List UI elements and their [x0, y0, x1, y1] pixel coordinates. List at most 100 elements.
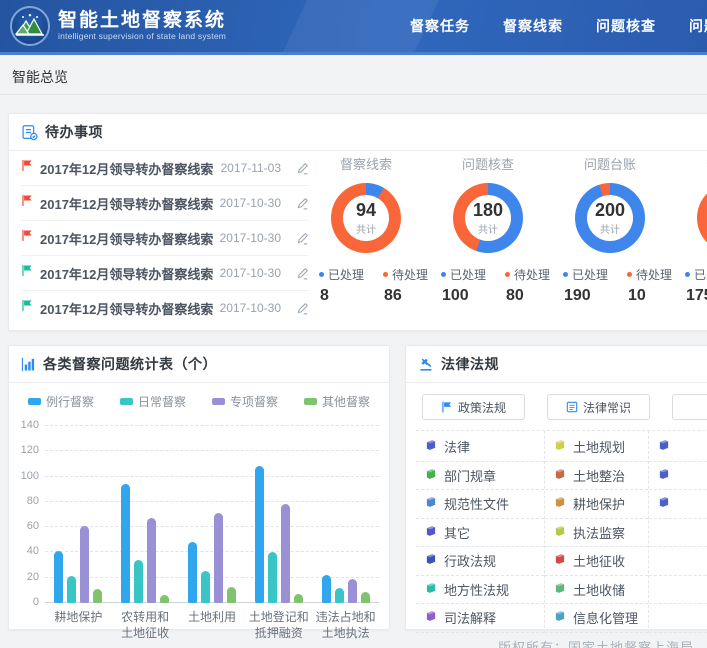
- law-item[interactable]: 司法解释: [416, 604, 544, 633]
- law-item-clipped: [649, 576, 707, 605]
- nav-item-issue-ledger[interactable]: 问题台账: [689, 16, 707, 36]
- book-icon: [554, 610, 566, 625]
- todo-row[interactable]: 2017年12月领导转办督察线索2017-10-30: [21, 256, 309, 291]
- donut-legend: 已处理190待处理10: [563, 266, 671, 305]
- bar[interactable]: [214, 513, 223, 603]
- law-item[interactable]: 地方性法规: [416, 576, 544, 605]
- law-item[interactable]: 部门规章: [416, 462, 544, 491]
- todo-row[interactable]: 2017年12月领导转办督察线索2017-10-30: [21, 291, 309, 325]
- law-item[interactable]: 土地整治: [545, 462, 648, 491]
- legend-name: 已处理: [450, 266, 486, 283]
- donut-title: 问题台账: [549, 154, 671, 173]
- legend-value: 100: [441, 287, 491, 305]
- legend-value: 80: [505, 287, 555, 305]
- bar-legend-entry[interactable]: 其他督察: [304, 393, 370, 410]
- y-axis-tick: 140: [13, 419, 39, 431]
- legend-value: 190: [563, 287, 613, 305]
- law-item[interactable]: 耕地保护: [545, 490, 648, 519]
- law-item-clipped[interactable]: [649, 490, 707, 519]
- todo-row[interactable]: 2017年12月领导转办督察线索2017-10-30: [21, 221, 309, 256]
- legend-dot: [563, 272, 568, 277]
- donut-charts: 督察线索94共计已处理8待处理86问题核查180共计已处理100待处理80问题台…: [305, 154, 707, 305]
- nav-item-supervision-clues[interactable]: 督察线索: [503, 16, 563, 36]
- donut-legend-label: 已处理: [685, 266, 707, 283]
- bar[interactable]: [67, 576, 76, 603]
- donut-legend-label: 待处理: [383, 266, 433, 283]
- bar[interactable]: [93, 589, 102, 603]
- bar[interactable]: [134, 560, 143, 603]
- legend-dot: [685, 272, 690, 277]
- gavel-icon: [418, 356, 434, 372]
- bar[interactable]: [201, 571, 210, 603]
- flag-icon: [21, 229, 33, 242]
- book-icon: [425, 439, 437, 454]
- donut-title: 督察任务: [671, 154, 707, 173]
- law-item[interactable]: 土地征收: [545, 547, 648, 576]
- law-button-icon: [566, 401, 578, 413]
- law-item[interactable]: 规范性文件: [416, 490, 544, 519]
- law-item-clipped[interactable]: [649, 433, 707, 462]
- legend-name: 已处理: [694, 266, 707, 283]
- law-item[interactable]: 其它: [416, 519, 544, 548]
- bar-legend-entry[interactable]: 日常督察: [120, 393, 186, 410]
- donut-ring: 200共计: [575, 183, 645, 253]
- bar[interactable]: [80, 526, 89, 603]
- law-item[interactable]: 土地规划: [545, 433, 648, 462]
- book-icon: [554, 582, 566, 597]
- bar-group: 农转用和 土地征收: [121, 426, 169, 603]
- law-item[interactable]: 行政法规: [416, 547, 544, 576]
- clipped-button-button[interactable]: [672, 394, 707, 420]
- legal-knowledge-button[interactable]: 法律常识: [547, 394, 650, 420]
- law-item[interactable]: 执法监察: [545, 519, 648, 548]
- y-axis-tick: 60: [13, 520, 39, 532]
- bar[interactable]: [121, 484, 130, 603]
- donut-chart: 问题核查180共计已处理100待处理80: [427, 154, 549, 305]
- bar[interactable]: [322, 575, 331, 603]
- bar[interactable]: [227, 587, 236, 603]
- bar-chart-title: 各类督察问题统计表（个）: [43, 354, 217, 374]
- todo-row[interactable]: 2017年12月领导转办督察线索2017-11-03: [21, 151, 309, 186]
- law-item[interactable]: 信息化管理: [545, 604, 648, 633]
- bar-legend-entry[interactable]: 例行督察: [28, 393, 94, 410]
- law-item-label: 土地收储: [573, 580, 625, 599]
- bar[interactable]: [160, 595, 169, 603]
- todo-card: 待办事项 2017年12月领导转办督察线索2017-11-032017年12月领…: [8, 113, 707, 331]
- bar[interactable]: [335, 588, 344, 603]
- bar[interactable]: [294, 594, 303, 603]
- bar[interactable]: [348, 579, 357, 603]
- legend-value: 175: [685, 287, 707, 305]
- law-item-label: 执法监察: [573, 523, 625, 542]
- law-item-clipped[interactable]: [649, 462, 707, 491]
- legend-name: 日常督察: [138, 393, 186, 410]
- bar[interactable]: [361, 592, 370, 603]
- donut-legend-label: 已处理: [319, 266, 369, 283]
- book-icon: [425, 582, 437, 597]
- law-item[interactable]: 法律: [416, 433, 544, 462]
- law-buttons: 政策法规法律常识: [422, 394, 707, 420]
- bar[interactable]: [147, 518, 156, 603]
- donut-legend: 已处理175待处理: [685, 266, 707, 305]
- todo-row[interactable]: 2017年12月领导转办督察线索2017-10-30: [21, 186, 309, 221]
- bar[interactable]: [255, 466, 264, 603]
- laws-title: 法律法规: [441, 354, 499, 374]
- nav-item-issue-verification[interactable]: 问题核查: [596, 16, 656, 36]
- legend-value: 8: [319, 287, 369, 305]
- y-axis-tick: 100: [13, 470, 39, 482]
- logo-mountain-icon: [10, 6, 50, 46]
- nav-item-supervision-tasks[interactable]: 督察任务: [410, 16, 470, 36]
- law-item[interactable]: 土地收储: [545, 576, 648, 605]
- flag-icon: [21, 264, 33, 277]
- book-icon: [425, 525, 437, 540]
- legend-name: 待处理: [514, 266, 550, 283]
- legend-value: 86: [383, 287, 433, 305]
- donut-legend-label: 已处理: [563, 266, 613, 283]
- bar[interactable]: [54, 551, 63, 603]
- donut-total-label: 共计: [356, 221, 376, 236]
- flag-icon: [21, 159, 33, 177]
- bar[interactable]: [281, 504, 290, 603]
- bar[interactable]: [188, 542, 197, 603]
- donut-legend: 已处理8待处理86: [319, 266, 427, 305]
- bar[interactable]: [268, 552, 277, 603]
- bar-legend-entry[interactable]: 专项督察: [212, 393, 278, 410]
- policy-regulations-button[interactable]: 政策法规: [422, 394, 525, 420]
